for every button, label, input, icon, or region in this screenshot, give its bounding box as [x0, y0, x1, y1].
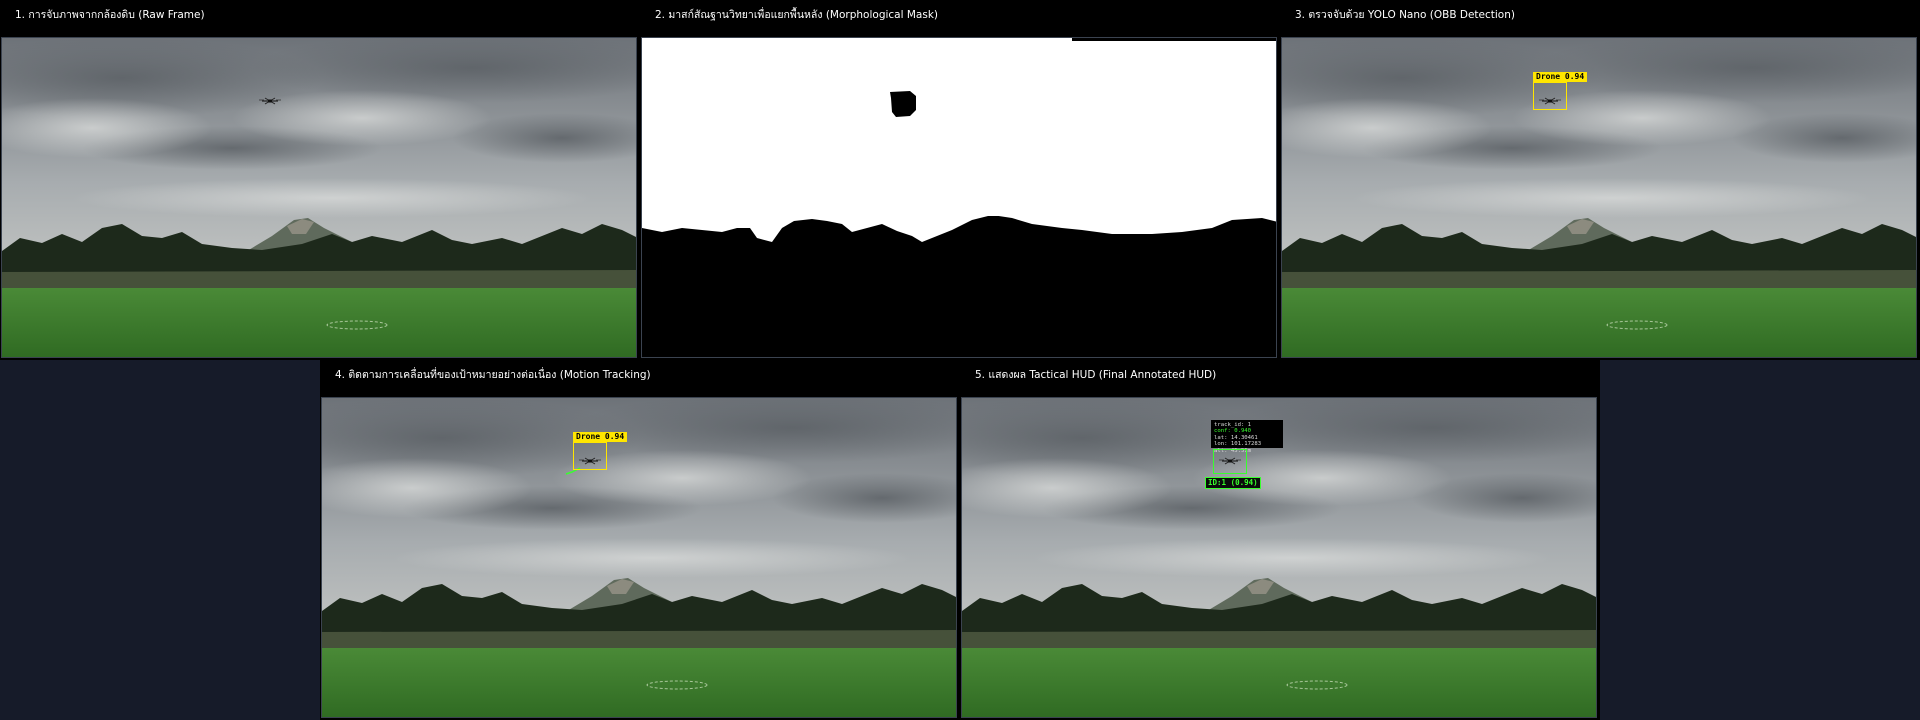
panel-title: 1. การจับภาพจากกล้องดิบ (Raw Frame) — [15, 9, 205, 21]
panel-title: 2. มาสก์สัณฐานวิทยาเพื่อแยกพื้นหลัง (Mor… — [655, 9, 939, 21]
landscape-image — [2, 38, 636, 357]
panel-raw-frame: 1. การจับภาพจากกล้องดิบ (Raw Frame) — [0, 0, 640, 360]
panel-title-bar: 3. ตรวจจับด้วย YOLO Nano (OBB Detection) — [1280, 0, 1920, 36]
landscape-image — [322, 398, 956, 717]
panel-motion-tracking: 4. ติดตามการเคลื่อนที่ของเป้าหมายอย่างต่… — [320, 360, 960, 720]
video-frame: Drone 0.94 — [321, 397, 957, 718]
panel-title-bar: 1. การจับภาพจากกล้องดิบ (Raw Frame) — [0, 0, 640, 36]
panel-morphological-mask: 2. มาสก์สัณฐานวิทยาเพื่อแยกพื้นหลัง (Mor… — [640, 0, 1280, 360]
hud-info-panel: track_id: 1 conf: 0.940 lat: 14.30461 lo… — [1211, 420, 1283, 454]
detection-label: Drone 0.94 — [573, 432, 628, 442]
detection-box — [573, 442, 607, 470]
panel-tactical-hud: 5. แสดงผล Tactical HUD (Final Annotated … — [960, 360, 1600, 720]
detection-box — [1533, 82, 1567, 110]
video-frame: track_id: 1 conf: 0.940 lat: 14.30461 lo… — [961, 397, 1597, 718]
video-frame: Drone 0.94 — [1281, 37, 1917, 358]
panel-title-bar: 5. แสดงผล Tactical HUD (Final Annotated … — [960, 360, 1600, 396]
panel-yolo-detection: 3. ตรวจจับด้วย YOLO Nano (OBB Detection)… — [1280, 0, 1920, 360]
panel-title-bar: 2. มาสก์สัณฐานวิทยาเพื่อแยกพื้นหลัง (Mor… — [640, 0, 1280, 36]
mask-image — [642, 38, 1276, 357]
detection-label: Drone 0.94 — [1533, 72, 1588, 82]
track-box — [1213, 449, 1247, 474]
panel-title: 3. ตรวจจับด้วย YOLO Nano (OBB Detection) — [1295, 9, 1515, 21]
panel-title: 5. แสดงผล Tactical HUD (Final Annotated … — [975, 369, 1217, 381]
track-id-label: ID:1 (0.94) — [1205, 477, 1261, 489]
panel-title: 4. ติดตามการเคลื่อนที่ของเป้าหมายอย่างต่… — [335, 369, 651, 381]
video-frame — [1, 37, 637, 358]
panel-title-bar: 4. ติดตามการเคลื่อนที่ของเป้าหมายอย่างต่… — [320, 360, 960, 396]
mask-frame — [641, 37, 1277, 358]
landscape-image — [1282, 38, 1916, 357]
